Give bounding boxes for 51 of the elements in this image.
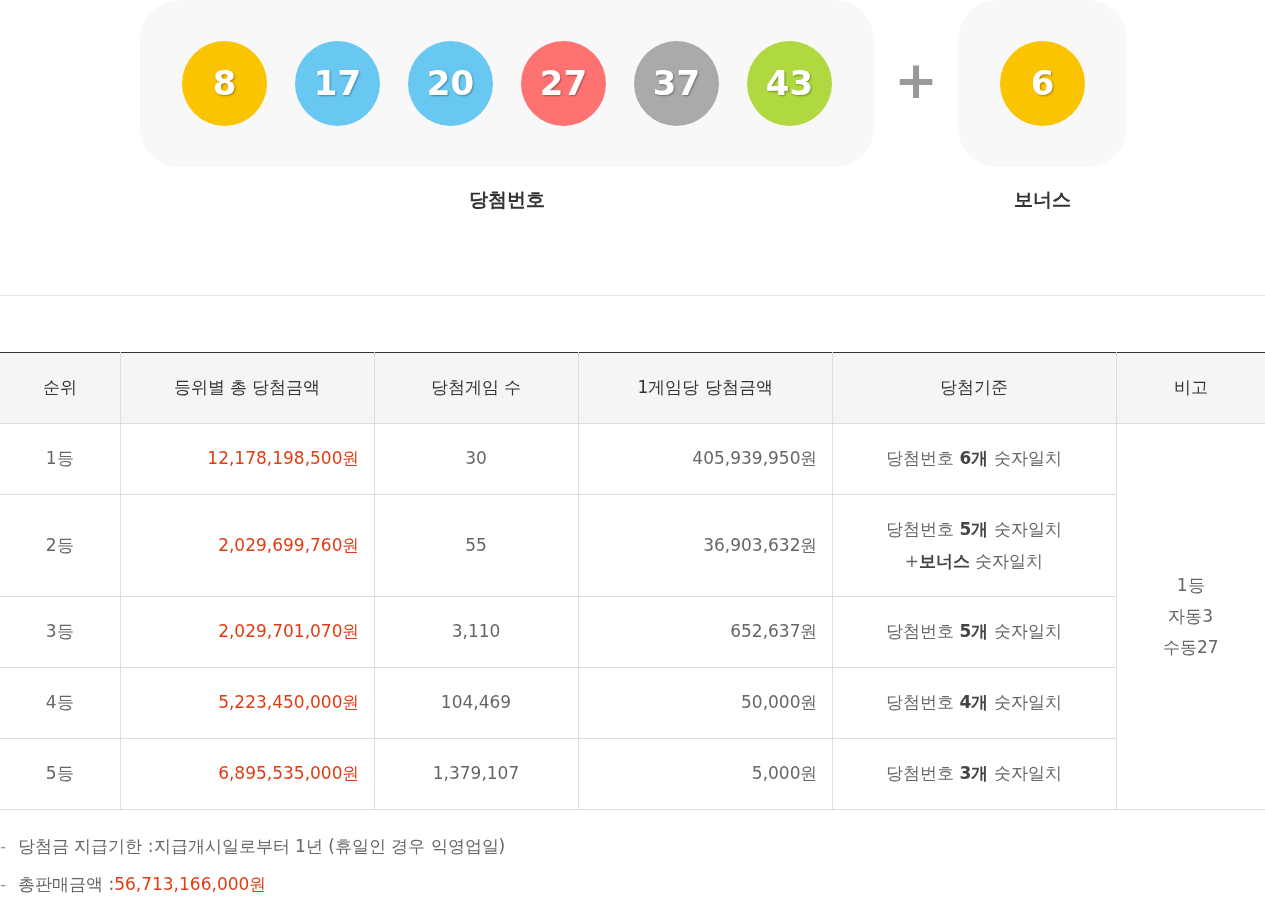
table-cell: 1등	[0, 423, 120, 495]
lotto-ball: 43	[747, 41, 832, 126]
table-cell: 405,939,950원	[578, 423, 832, 495]
bullet-mark: -	[0, 872, 8, 896]
criteria-text: +보너스 숫자일치	[903, 549, 1045, 573]
table-cell: 652,637원	[578, 596, 832, 668]
table-cell: 36,903,632원	[578, 494, 832, 597]
lotto-ball: 6	[1000, 41, 1085, 126]
lotto-ball: 20	[408, 41, 493, 126]
table-cell: 4등	[0, 667, 120, 739]
table-cell: 1,379,107	[374, 738, 578, 810]
table-cell: 30	[374, 423, 578, 495]
criteria-text: 당첨번호 5개 숫자일치	[885, 620, 1063, 644]
table-cell: 55	[374, 494, 578, 597]
table-cell: 104,469	[374, 667, 578, 739]
table-cell: 5,000원	[578, 738, 832, 810]
column-header: 순위	[0, 352, 120, 424]
footnote-value: 지급개시일로부터 1년 (휴일인 경우 익영업일)	[153, 835, 506, 858]
bullet-mark: -	[0, 835, 8, 858]
table-cell: 6,895,535,000원	[120, 738, 374, 810]
column-header: 비고	[1116, 352, 1265, 424]
table-cell: 5,223,450,000원	[120, 667, 374, 739]
criteria-text: 당첨번호 6개 숫자일치	[885, 447, 1063, 471]
table-cell: 12,178,198,500원	[120, 423, 374, 495]
lotto-ball: 37	[634, 41, 719, 126]
lotto-ball: 17	[295, 41, 380, 126]
table-cell: 50,000원	[578, 667, 832, 739]
column-header: 1게임당 당첨금액	[578, 352, 832, 424]
table-cell: 2,029,699,760원	[120, 494, 374, 597]
column-header: 당첨기준	[832, 352, 1116, 424]
table-cell: 3등	[0, 596, 120, 668]
criteria-text: 당첨번호 5개 숫자일치	[885, 518, 1063, 541]
note-text: 수동27	[1161, 636, 1220, 659]
note-text: 자동3	[1167, 605, 1215, 628]
plus-sign: +	[893, 49, 939, 112]
table-cell: 2,029,701,070원	[120, 596, 374, 668]
note-text: 1등	[1175, 574, 1206, 597]
lotto-ball: 8	[182, 41, 267, 126]
table-cell: 5등	[0, 738, 120, 810]
table-cell: 3,110	[374, 596, 578, 668]
criteria-text: 당첨번호 4개 숫자일치	[885, 691, 1063, 715]
panel-label: 보너스	[1014, 187, 1071, 212]
column-header: 당첨게임 수	[374, 352, 578, 424]
panel-label: 당첨번호	[469, 187, 545, 212]
criteria-text: 당첨번호 3개 숫자일치	[885, 762, 1063, 786]
footnote-label: 당첨금 지급기한 :	[18, 835, 154, 858]
lotto-ball: 27	[521, 41, 606, 126]
footnote-value: 56,713,166,000원	[114, 872, 267, 896]
footnote-label: 총판매금액 :	[18, 872, 115, 896]
column-header: 등위별 총 당첨금액	[120, 352, 374, 424]
table-cell: 2등	[0, 494, 120, 597]
